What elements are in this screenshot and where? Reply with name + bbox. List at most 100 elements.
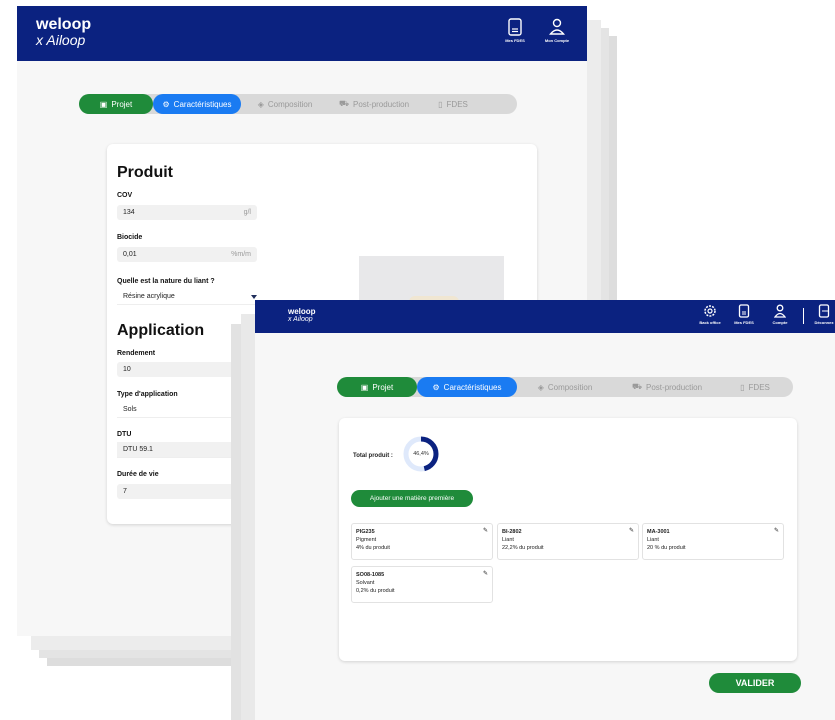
paint-bucket-icon: ◈ xyxy=(257,99,264,109)
edit-icon[interactable]: ✎ xyxy=(483,570,488,577)
gear-icon: ⚙ xyxy=(162,99,170,109)
type-application-select[interactable]: Sols xyxy=(117,402,257,418)
file-icon: ▯ xyxy=(740,382,745,392)
step-composition-label: Composition xyxy=(267,99,313,109)
cov-value: 134 xyxy=(123,209,135,216)
nav-mes-fdes-label: Mes FDES xyxy=(505,38,525,43)
logo-line2: x Ailoop xyxy=(36,32,86,48)
step-projet-label: Projet xyxy=(372,382,394,392)
section-title-application: Application xyxy=(117,322,205,339)
total-produit-value: 46,4% xyxy=(413,451,429,457)
chevron-down-icon xyxy=(251,295,257,299)
material-percent: 0,2% du produit xyxy=(356,588,395,594)
logo-line1: weloop xyxy=(36,16,92,33)
step-fdes[interactable]: ▯ FDES xyxy=(725,377,785,397)
step-caracteristiques-label: Caractéristiques xyxy=(173,99,232,109)
edit-icon[interactable]: ✎ xyxy=(483,527,488,534)
dtu-label: DTU xyxy=(117,431,132,438)
nav-deconnexion[interactable]: Déconnex xyxy=(809,304,835,325)
stepper: ▣ Projet ⚙ Caractéristiques ◈ Composition ⛟… xyxy=(79,94,517,114)
material-card[interactable]: PIG235 Pigment 4% du produit ✎ xyxy=(351,523,493,560)
material-percent: 4% du produit xyxy=(356,545,390,551)
step-caracteristiques[interactable]: ⚙ Caractéristiques xyxy=(417,377,517,397)
nav-mes-fdes[interactable]: Mes FDES xyxy=(731,304,757,325)
nav-deconnexion-label: Déconnex xyxy=(814,320,834,325)
biocide-label: Biocide xyxy=(117,234,143,241)
top-bar: weloop x Ailoop Back office Mes FDES Com… xyxy=(255,300,835,333)
rendement-unit: m²/l xyxy=(239,366,251,373)
nav-divider xyxy=(803,308,804,324)
logo: weloop x Ailoop xyxy=(36,16,92,48)
logo-line1: weloop xyxy=(288,307,316,316)
user-icon xyxy=(774,304,786,318)
edit-icon[interactable]: ✎ xyxy=(774,527,779,534)
nav-mes-fdes[interactable]: Mes FDES xyxy=(501,18,529,43)
material-type: Liant xyxy=(502,537,514,543)
step-projet-label: Projet xyxy=(111,99,133,109)
edit-icon[interactable]: ✎ xyxy=(629,527,634,534)
file-icon: ▣ xyxy=(360,382,369,392)
gear-icon xyxy=(704,305,716,317)
type-application-value: Sols xyxy=(123,406,137,413)
step-caracteristiques[interactable]: ⚙ Caractéristiques xyxy=(153,94,241,114)
dtu-value: DTU 59.1 xyxy=(123,446,153,453)
material-card[interactable]: SO08-1085 Solvant 0,2% du produit ✎ xyxy=(351,566,493,603)
nav-mes-fdes-label: Mes FDES xyxy=(734,320,754,325)
document-icon xyxy=(508,18,522,36)
step-composition[interactable]: ◈ Composition xyxy=(245,94,325,114)
nav-back-office-label: Back office xyxy=(699,320,721,325)
document-icon xyxy=(738,304,750,318)
material-percent: 22,2% du produit xyxy=(502,545,544,551)
step-post-production[interactable]: ⛟ Post-production xyxy=(617,377,717,397)
material-type: Liant xyxy=(647,537,659,543)
top-bar: weloop x Ailoop Mes FDES Mon Compte xyxy=(17,6,587,61)
total-produit-label: Total produit : xyxy=(353,453,393,459)
add-raw-material-button[interactable]: Ajouter une matière première xyxy=(351,490,473,507)
user-icon xyxy=(549,18,565,35)
material-percent: 20 % du produit xyxy=(647,545,686,551)
biocide-field[interactable]: 0,01 %m/m xyxy=(117,247,257,262)
truck-icon: ⛟ xyxy=(338,99,350,108)
cov-field[interactable]: 134 g/l xyxy=(117,205,257,220)
logout-icon xyxy=(818,304,830,318)
nav-back-office[interactable]: Back office xyxy=(695,304,725,325)
file-icon: ▣ xyxy=(99,99,108,109)
nav-compte[interactable]: Compte xyxy=(767,304,793,325)
truck-icon: ⛟ xyxy=(631,382,643,391)
valider-button[interactable]: VALIDER xyxy=(709,673,801,693)
liant-select[interactable]: Résine acrylique xyxy=(117,289,257,305)
logo: weloop x Ailoop xyxy=(288,307,316,324)
step-projet[interactable]: ▣ Projet xyxy=(79,94,153,114)
duree-vie-label: Durée de vie xyxy=(117,471,159,478)
composition-card: Total produit : 46,4% Ajouter une matièr… xyxy=(339,418,797,661)
cov-label: COV xyxy=(117,192,133,199)
material-code: MA-3001 xyxy=(647,529,670,535)
duree-vie-field[interactable]: 7 ans xyxy=(117,484,257,499)
step-projet[interactable]: ▣ Projet xyxy=(337,377,417,397)
nav-mon-compte-label: Mon Compte xyxy=(544,38,570,43)
biocide-value: 0,01 xyxy=(123,251,137,258)
material-card[interactable]: MA-3001 Liant 20 % du produit ✎ xyxy=(642,523,784,560)
step-post-production[interactable]: ⛟ Post-production xyxy=(329,94,419,114)
material-type: Solvant xyxy=(356,580,375,586)
step-fdes[interactable]: ▯ FDES xyxy=(423,94,483,114)
step-composition-label: Composition xyxy=(547,382,593,392)
duree-vie-unit: ans xyxy=(239,488,251,495)
step-composition[interactable]: ◈ Composition xyxy=(525,377,605,397)
rendement-label: Rendement xyxy=(117,350,156,357)
rendement-value: 10 xyxy=(123,366,131,373)
step-caracteristiques-label: Caractéristiques xyxy=(443,382,502,392)
rendement-field[interactable]: 10 m²/l xyxy=(117,362,257,377)
nav-mon-compte[interactable]: Mon Compte xyxy=(541,18,573,43)
stepper: ▣ Projet ⚙ Caractéristiques ◈ Composition ⛟… xyxy=(337,377,793,397)
material-code: BI-2802 xyxy=(502,529,522,535)
dtu-select[interactable]: DTU 59.1 xyxy=(117,442,257,458)
step-fdes-label: FDES xyxy=(446,99,468,109)
type-application-label: Type d'application xyxy=(117,391,178,398)
step-post-production-label: Post-production xyxy=(646,382,703,392)
section-title-produit: Produit xyxy=(117,164,173,181)
step-post-production-label: Post-production xyxy=(353,99,410,109)
liant-value: Résine acrylique xyxy=(123,293,175,300)
material-card[interactable]: BI-2802 Liant 22,2% du produit ✎ xyxy=(497,523,639,560)
logo-line2: x Ailoop xyxy=(288,316,313,323)
